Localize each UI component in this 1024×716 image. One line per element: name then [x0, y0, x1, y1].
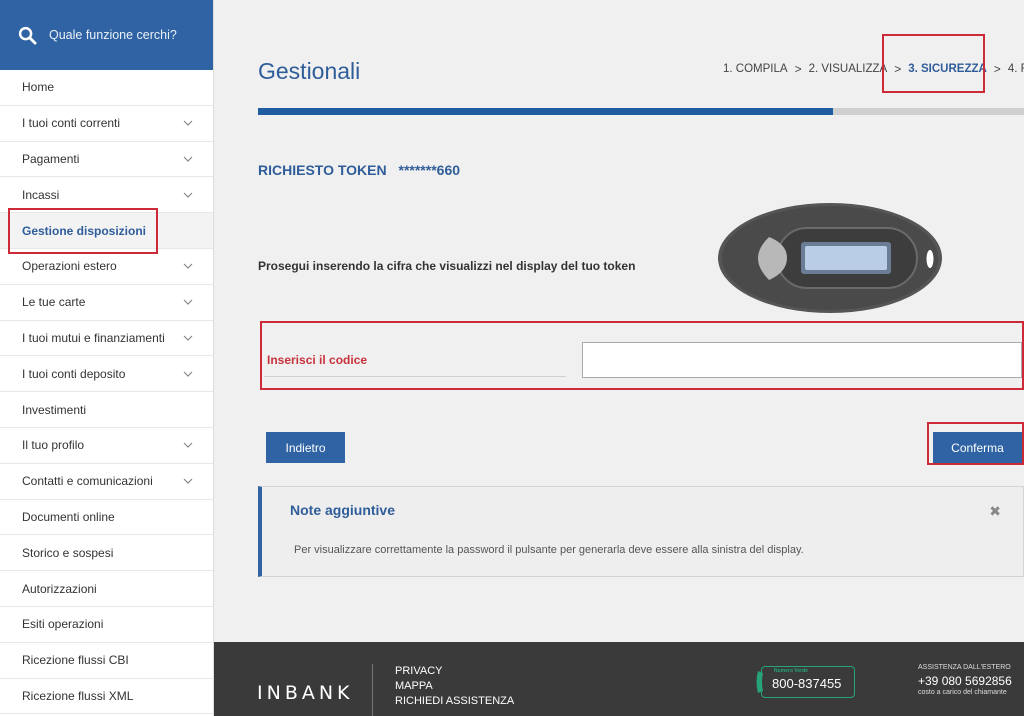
sidebar-item[interactable]: I tuoi conti deposito: [0, 356, 213, 393]
token-device-icon: [718, 203, 942, 313]
code-label: Inserisci il codice: [267, 353, 368, 367]
abroad-number: +39 080 5692856: [918, 674, 1012, 688]
sidebar-item[interactable]: Il tuo profilo: [0, 428, 213, 464]
sidebar-item[interactable]: Documenti online: [0, 500, 213, 536]
sidebar-item-label: Autorizzazioni: [22, 581, 97, 596]
code-label-underline: [264, 376, 566, 377]
sidebar-item[interactable]: Gestione disposizioni: [0, 213, 213, 249]
notes-title: Note aggiuntive: [290, 502, 396, 518]
phone-icon: [756, 671, 763, 693]
abroad-label: ASSISTENZA DALL'ESTERO: [918, 664, 1011, 671]
page-title: Gestionali: [258, 58, 361, 84]
sidebar-item[interactable]: Esiti operazioni: [0, 607, 213, 643]
footer: INBANK PRIVACY MAPPA RICHIEDI ASSISTENZA N…: [214, 642, 1024, 716]
sidebar-item[interactable]: Pagamenti: [0, 142, 213, 178]
footer-links: PRIVACY MAPPA RICHIEDI ASSISTENZA: [395, 665, 514, 707]
sidebar-item-label: Ricezione flussi CBI: [22, 653, 129, 668]
chevron-down-icon: [183, 335, 193, 341]
progress-fill: [258, 108, 833, 115]
progress-bar: [258, 108, 1024, 115]
sidebar-item-label: Il tuo profilo: [22, 438, 85, 453]
step-separator-icon: >: [993, 62, 1001, 76]
chevron-down-icon: [183, 442, 193, 449]
wizard-step: 2. VISUALIZZA: [808, 63, 888, 75]
step-separator-icon: >: [894, 62, 902, 76]
sidebar-item[interactable]: Le tue carte: [0, 285, 213, 321]
chevron-down-icon: [183, 192, 193, 198]
search-placeholder: Quale funzione cerchi?: [49, 28, 177, 42]
sidebar-item[interactable]: I tuoi mutui e finanziamenti: [0, 321, 213, 357]
token-instructions: Prosegui inserendo la cifra che visualiz…: [258, 259, 636, 273]
green-number-label: Numero Verde: [774, 668, 808, 674]
sidebar-menu: Home I tuoi conti correnti Pagamenti Incass…: [0, 70, 213, 715]
sidebar-item-label: Le tue carte: [22, 295, 86, 310]
token-title-text: RICHIESTO TOKEN: [258, 162, 387, 178]
wizard-step: 1. COMPILA: [723, 63, 788, 75]
sidebar-item-label: Ricezione flussi XML: [22, 688, 134, 703]
sidebar-item[interactable]: Ricezione flussi XML: [0, 679, 213, 715]
back-button[interactable]: Indietro: [266, 432, 345, 463]
abroad-note: costo a carico del chiamante: [918, 689, 1007, 696]
sidebar-item-label: Documenti online: [22, 509, 115, 524]
chevron-down-icon: [183, 156, 193, 162]
chevron-down-icon: [183, 263, 193, 270]
wizard-step: 3. SICUREZZA: [908, 63, 987, 75]
sidebar-item[interactable]: Ricezione flussi CBI: [0, 643, 213, 679]
search-icon: [18, 26, 37, 45]
sidebar-item[interactable]: Investimenti: [0, 392, 213, 428]
sidebar-item-label: I tuoi conti correnti: [22, 116, 121, 131]
token-title: RICHIESTO TOKEN *******660: [258, 162, 460, 178]
sidebar-item-label: Incassi: [22, 187, 60, 202]
sidebar-item[interactable]: Contatti e comunicazioni: [0, 464, 213, 500]
token-masked-code: *******660: [398, 162, 461, 178]
sidebar-item-label: I tuoi mutui e finanziamenti: [22, 330, 165, 345]
notes-text: Per visualizzare correttamente la passwo…: [294, 544, 804, 556]
footer-link[interactable]: MAPPA: [395, 680, 514, 692]
sidebar-item-label: Contatti e comunicazioni: [22, 474, 153, 489]
wizard-step: 4. FINE: [1007, 63, 1024, 75]
highlight-confirm: Conferma: [927, 422, 1024, 465]
sidebar-item[interactable]: I tuoi conti correnti: [0, 106, 213, 142]
wizard-steps: 1. COMPILA >2. VISUALIZZA >3. SICUREZZA >4.…: [723, 62, 1024, 76]
inbank-logo: INBANK: [257, 682, 354, 704]
sidebar-item[interactable]: Storico e sospesi: [0, 535, 213, 572]
sidebar-item[interactable]: Autorizzazioni: [0, 571, 213, 607]
footer-link[interactable]: PRIVACY: [395, 665, 514, 677]
sidebar-item[interactable]: Operazioni estero: [0, 249, 213, 285]
sidebar-item-label: Storico e sospesi: [22, 545, 114, 560]
chevron-down-icon: [183, 120, 193, 127]
token-code-input[interactable]: [582, 342, 1022, 378]
chevron-down-icon: [183, 371, 193, 377]
sidebar-item-label: Investimenti: [22, 402, 87, 417]
abroad-assistance: ASSISTENZA DALL'ESTERO +39 080 5692856 c…: [918, 664, 1012, 696]
sidebar: Quale funzione cerchi? Home I tuoi conti …: [0, 0, 214, 716]
sidebar-item-label: I tuoi conti deposito: [22, 366, 126, 381]
chevron-down-icon: [183, 478, 193, 485]
sidebar-item-label: Operazioni estero: [22, 259, 117, 274]
code-entry-row: Inserisci il codice: [260, 321, 1024, 390]
sidebar-item-label: Home: [22, 80, 55, 95]
sidebar-item-label: Pagamenti: [22, 151, 80, 166]
sidebar-item[interactable]: Incassi: [0, 177, 213, 214]
confirm-button[interactable]: Conferma: [933, 432, 1022, 463]
sidebar-item[interactable]: Home: [0, 70, 213, 106]
main-content: Gestionali 1. COMPILA >2. VISUALIZZA >3. S…: [214, 0, 1024, 642]
green-number-box[interactable]: Numero Verde 800-837455: [756, 666, 855, 698]
footer-divider: [372, 664, 373, 716]
green-number: 800-837455: [772, 676, 842, 691]
step-separator-icon: >: [794, 62, 802, 76]
close-icon[interactable]: ✖: [989, 503, 1001, 520]
notes-panel: Note aggiuntive ✖ Per visualizzare corre…: [258, 486, 1024, 577]
sidebar-item-label: Esiti operazioni: [22, 617, 104, 632]
footer-link[interactable]: RICHIEDI ASSISTENZA: [395, 695, 514, 707]
chevron-down-icon: [183, 299, 193, 306]
function-search[interactable]: Quale funzione cerchi?: [0, 0, 213, 70]
sidebar-item-label: Gestione disposizioni: [22, 223, 147, 238]
